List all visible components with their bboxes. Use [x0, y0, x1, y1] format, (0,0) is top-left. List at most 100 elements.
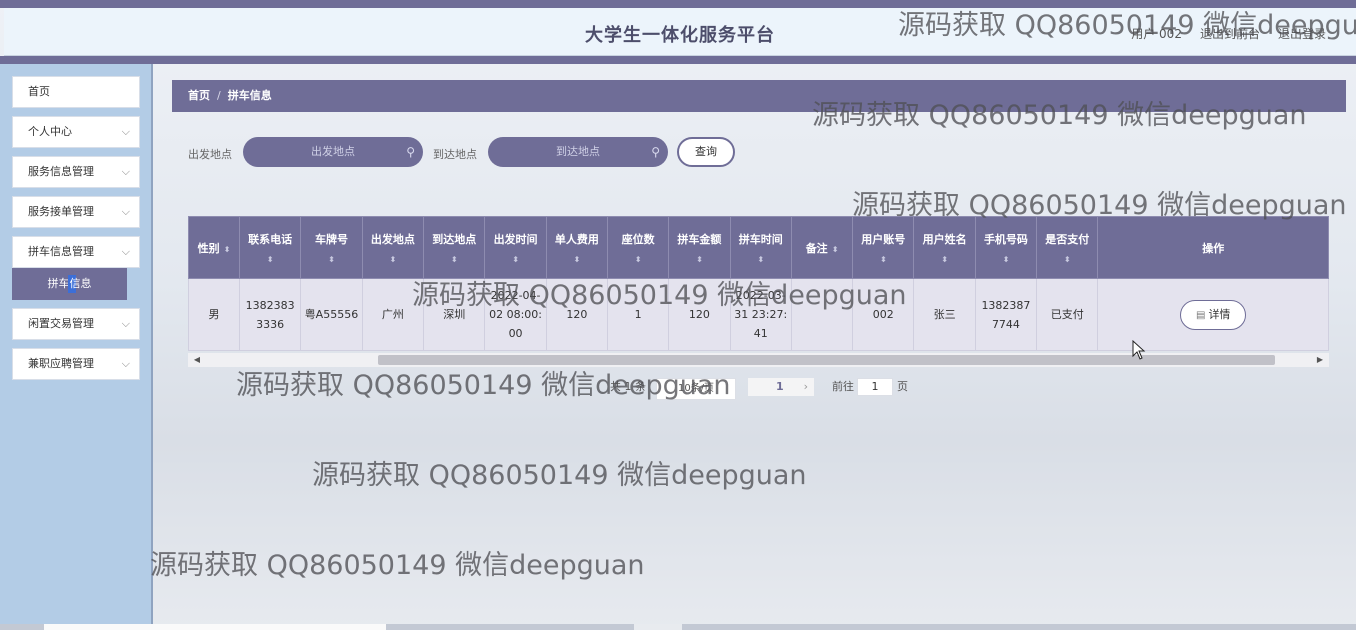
chevron-down-icon: ⌵	[121, 165, 130, 178]
taskbar-segment	[634, 624, 682, 630]
header-bottom-band	[0, 56, 1356, 64]
sidebar-item-label: 兼职应聘管理	[28, 357, 94, 370]
cell-seats: 1	[607, 278, 670, 351]
sidebar-item-label: 首页	[28, 85, 50, 98]
column-header[interactable]: 联系电话 ⬍	[238, 216, 302, 279]
sort-icon[interactable]: ⬍	[978, 255, 1034, 264]
column-header[interactable]: 单人费用 ⬍	[545, 216, 609, 279]
mouse-pointer-icon	[1132, 340, 1146, 360]
scroll-left-arrow-icon[interactable]: ◀	[190, 353, 204, 367]
sort-icon[interactable]: ⬍	[426, 255, 482, 264]
goto-page-input[interactable]: 1	[857, 378, 893, 396]
sidebar-item-carpool-manage[interactable]: 拼车信息管理 ⌵	[12, 236, 140, 268]
sidebar-item-service-info[interactable]: 服务信息管理 ⌵	[12, 156, 140, 188]
sidebar-item-home[interactable]: 首页	[12, 76, 140, 108]
sidebar-subitem-carpool-info[interactable]: 拼车信息	[12, 268, 127, 300]
sort-icon[interactable]: ⬍	[303, 255, 359, 264]
chevron-down-icon: ⌵	[121, 205, 130, 218]
breadcrumb: 首页 / 拼车信息	[172, 80, 1346, 112]
scroll-right-arrow-icon[interactable]: ▶	[1313, 353, 1327, 367]
detail-button[interactable]: ▤ 详情	[1180, 299, 1247, 330]
cell-from: 广州	[361, 278, 425, 351]
sort-icon[interactable]: ⬍	[832, 245, 839, 254]
current-user-label: 用户 002	[1131, 27, 1182, 41]
sort-icon[interactable]: ⬍	[242, 255, 298, 264]
sort-icon[interactable]: ⬍	[224, 245, 231, 254]
chevron-up-icon: ⌵	[121, 245, 130, 258]
chevron-down-icon: ⌵	[121, 317, 130, 330]
sidebar-item-label: 个人中心	[28, 125, 72, 138]
watermark: 源码获取 QQ86050149 微信deepguan	[312, 460, 807, 491]
sort-icon[interactable]: ⬍	[671, 255, 727, 264]
sort-icon[interactable]: ⬍	[487, 255, 543, 264]
chevron-down-icon: ⌵	[121, 125, 130, 138]
column-header[interactable]: 拼车时间 ⬍	[729, 216, 792, 279]
cell-amount: 120	[668, 278, 731, 351]
cell-paid: 已支付	[1036, 278, 1099, 351]
sidebar-item-label: 闲置交易管理	[28, 317, 94, 330]
breadcrumb-home[interactable]: 首页	[188, 89, 210, 102]
top-accent-bar	[0, 0, 1356, 8]
search-icon: ⚲	[406, 145, 415, 159]
goto-suffix: 页	[897, 380, 908, 393]
back-to-front-link[interactable]: 退出到前台	[1200, 25, 1260, 42]
sort-icon[interactable]: ⬍	[733, 255, 789, 264]
next-page-icon[interactable]: ›	[804, 378, 808, 396]
column-header[interactable]: 手机号码 ⬍	[974, 216, 1038, 279]
column-header[interactable]: 拼车金额 ⬍	[668, 216, 731, 279]
to-location-placeholder: 到达地点	[556, 145, 600, 158]
column-header[interactable]: 到达地点 ⬍	[423, 216, 486, 279]
cell-mobile: 13823877744	[974, 278, 1038, 351]
carpool-table: 性别 ⬍ 联系电话 ⬍ 车牌号 ⬍ 出发地点 ⬍ 到达地点 ⬍ 出发时间 ⬍ 单人费用 ⬍ 座…	[188, 216, 1329, 352]
sidebar-item-service-orders[interactable]: 服务接单管理 ⌵	[12, 196, 140, 228]
column-header[interactable]: 出发地点 ⬍	[361, 216, 425, 279]
cell-plate: 粤A55556	[300, 278, 363, 351]
sort-icon[interactable]: ⬍	[610, 255, 666, 264]
sort-icon[interactable]: ⬍	[365, 255, 421, 264]
cell-name: 张三	[913, 278, 976, 351]
horizontal-scrollbar[interactable]: ◀ ▶	[188, 353, 1329, 367]
sidebar-item-idle-trade[interactable]: 闲置交易管理 ⌵	[12, 308, 140, 340]
from-location-label: 出发地点	[188, 148, 232, 161]
sidebar-item-part-time-jobs[interactable]: 兼职应聘管理 ⌵	[12, 348, 140, 380]
page-size-select[interactable]: 10条/页	[656, 378, 736, 400]
table-header-row: 性别 ⬍ 联系电话 ⬍ 车牌号 ⬍ 出发地点 ⬍ 到达地点 ⬍ 出发时间 ⬍ 单人费用 ⬍ 座…	[188, 216, 1329, 279]
to-location-input[interactable]: 到达地点 ⚲	[488, 137, 668, 167]
column-header[interactable]: 座位数 ⬍	[607, 216, 670, 279]
sort-icon[interactable]: ⬍	[855, 255, 911, 264]
goto-prefix: 前往	[832, 380, 854, 393]
from-location-placeholder: 出发地点	[311, 145, 355, 158]
sidebar-item-label: 拼车信息管理	[28, 245, 94, 258]
table-row: 男 13823833336 粤A55556 广州 深圳 2022-04-02 0…	[188, 278, 1329, 351]
pager: 1 ›	[748, 378, 814, 396]
cell-phone: 13823833336	[238, 278, 302, 351]
sidebar-item-personal-center[interactable]: 个人中心 ⌵	[12, 116, 140, 148]
column-header[interactable]: 出发时间 ⬍	[484, 216, 547, 279]
current-page-number[interactable]: 1	[776, 378, 784, 396]
sidebar	[0, 64, 153, 630]
sort-icon[interactable]: ⬍	[1039, 255, 1095, 264]
from-location-input[interactable]: 出发地点 ⚲	[243, 137, 423, 167]
column-header[interactable]: 性别 ⬍	[188, 216, 240, 279]
column-header[interactable]: 用户姓名 ⬍	[913, 216, 976, 279]
column-header: 操作	[1097, 216, 1329, 279]
to-location-label: 到达地点	[433, 148, 477, 161]
query-button[interactable]: 查询	[677, 137, 735, 167]
sort-icon[interactable]: ⬍	[549, 255, 605, 264]
sidebar-item-label: 服务接单管理	[28, 205, 94, 218]
cell-gender: 男	[188, 278, 240, 351]
logout-link[interactable]: 退出登录	[1278, 25, 1326, 42]
cell-depart-time: 2022-04-02 08:00:00	[484, 278, 547, 351]
breadcrumb-current: 拼车信息	[227, 89, 272, 102]
column-header[interactable]: 车牌号 ⬍	[300, 216, 363, 279]
cell-fee: 120	[545, 278, 609, 351]
column-header[interactable]: 备注 ⬍	[790, 216, 854, 279]
app-header: 大学生一体化服务平台 用户 002 退出到前台 退出登录	[4, 8, 1356, 56]
sort-icon[interactable]: ⬍	[916, 255, 972, 264]
document-icon: ▤	[1195, 309, 1206, 321]
column-header[interactable]: 用户账号 ⬍	[852, 216, 915, 279]
cell-remark	[790, 278, 854, 351]
column-header[interactable]: 是否支付 ⬍	[1036, 216, 1099, 279]
header-links: 用户 002 退出到前台 退出登录	[1131, 25, 1326, 42]
watermark: 源码获取 QQ86050149 微信deepguan	[150, 550, 645, 581]
